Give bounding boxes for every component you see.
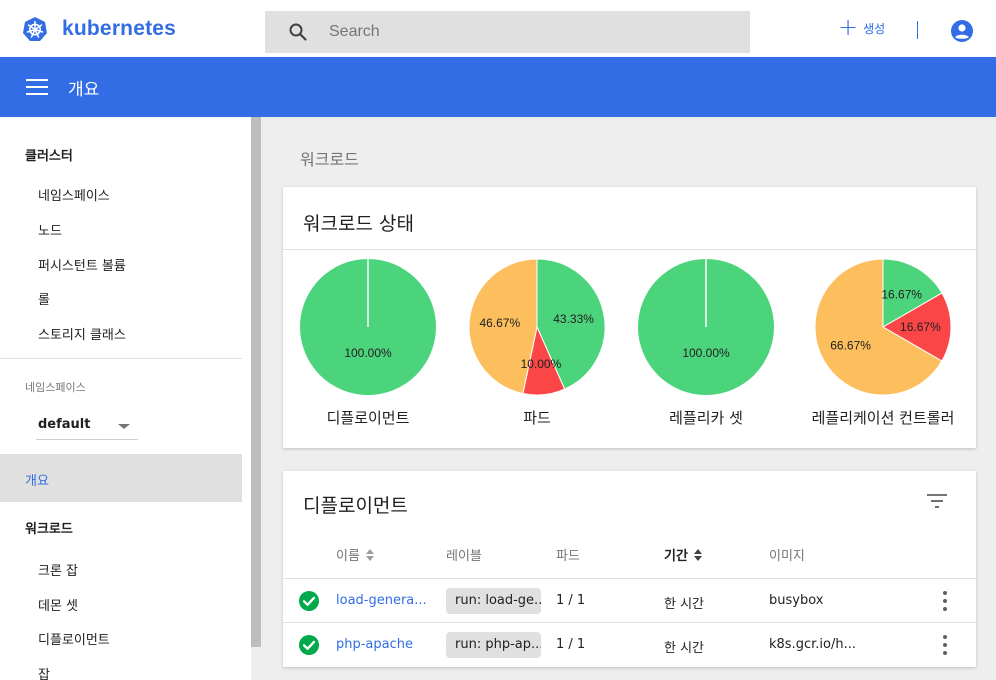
create-button-label: 생성 (863, 22, 886, 36)
age-value: 한 시간 (664, 597, 705, 612)
pie-chart-svg: 100.00% (638, 259, 774, 395)
pie-chart-title: 디플로이먼트 (326, 409, 410, 427)
pie-chart-svg: 100.00% (300, 259, 436, 395)
brand-name: kubernetes (62, 16, 177, 40)
kubernetes-logo-icon (23, 16, 47, 41)
plus-icon: + (838, 13, 859, 41)
sidebar-item-deployments[interactable]: 디플로이먼트 (38, 629, 110, 648)
pods-count: 1 / 1 (556, 637, 586, 652)
search-bar[interactable] (265, 11, 750, 53)
column-header-pods: 파드 (556, 549, 580, 564)
column-header-labels: 레이블 (446, 549, 482, 564)
pie-data-label: 10.00% (521, 357, 562, 371)
pie-chart: 100.00% (636, 257, 776, 397)
column-header-images: 이미지 (769, 549, 805, 564)
check-circle-icon (299, 591, 319, 611)
page-title: 개요 (68, 79, 100, 100)
pie-chart-svg: 16.67% 16.67% 66.67% (814, 258, 952, 396)
more-actions-icon[interactable] (943, 591, 947, 611)
pie-chart: 43.33% 10.00% 46.67% (467, 257, 607, 397)
table-row: load-genera... run: load-ge... 1 / 1 한 시… (283, 578, 976, 622)
deployments-title: 디플로이먼트 (303, 495, 408, 517)
pie-chart-title: 파드 (523, 409, 551, 427)
sort-icon (693, 548, 702, 561)
age-value: 한 시간 (664, 641, 705, 656)
deployment-name-link[interactable]: php-apache (336, 637, 413, 652)
namespace-select[interactable]: default (36, 410, 138, 440)
pie-data-label: 16.67% (900, 320, 941, 334)
pie-chart: 16.67% 16.67% 66.67% (813, 257, 953, 397)
sidebar: 클러스터 네임스페이스 노드 퍼시스턴트 볼륨 롤 스토리지 클래스 네임스페이… (0, 117, 251, 680)
search-icon (289, 23, 307, 41)
sidebar-heading-workloads[interactable]: 워크로드 (25, 518, 73, 537)
pie-chart: 100.00% (298, 257, 438, 397)
pie-data-label: 100.00% (682, 346, 730, 360)
sidebar-heading-cluster[interactable]: 클러스터 (25, 145, 73, 164)
hamburger-menu-icon[interactable] (26, 79, 48, 95)
sort-icon (365, 548, 374, 561)
search-input[interactable] (329, 23, 729, 41)
sidebar-item-nodes[interactable]: 노드 (38, 220, 62, 239)
sidebar-divider (0, 358, 242, 359)
pie-data-label: 16.67% (881, 288, 922, 302)
title-bar: 개요 (0, 57, 996, 117)
sidebar-item-overview-label: 개요 (25, 474, 49, 489)
account-icon[interactable] (950, 19, 974, 43)
namespace-label: 네임스페이스 (25, 381, 86, 394)
table-row: php-apache run: php-ap... 1 / 1 한 시간 k8s… (283, 622, 976, 666)
sidebar-item-storage-classes[interactable]: 스토리지 클래스 (38, 324, 126, 343)
section-heading: 워크로드 (300, 150, 359, 169)
caret-down-icon (118, 424, 130, 429)
pie-chart-title: 레플리케이션 컨트롤러 (811, 409, 955, 427)
pods-count: 1 / 1 (556, 593, 586, 608)
workload-status-card: 워크로드 상태 100.00% 디플로이먼트 43.33% 10.00% 46.67% 파… (283, 187, 976, 448)
card-divider (283, 249, 976, 250)
image-value: busybox (769, 593, 824, 608)
deployments-card: 디플로이먼트 이름 레이블 파드 기간 이미지 load-genera... r… (283, 471, 976, 667)
pie-data-label: 100.00% (344, 346, 392, 360)
check-circle-icon (299, 635, 319, 655)
label-chip: run: php-ap... (446, 632, 541, 658)
pie-data-label: 43.33% (553, 312, 594, 326)
namespace-value: default (38, 417, 91, 432)
top-bar: kubernetes + 생성 (0, 0, 996, 57)
pie-chart-svg: 43.33% 10.00% 46.67% (468, 258, 606, 396)
sidebar-item-cron-jobs[interactable]: 크론 잡 (38, 560, 78, 579)
workload-status-title: 워크로드 상태 (303, 213, 414, 235)
label-chip: run: load-ge... (446, 588, 541, 614)
sidebar-item-namespaces[interactable]: 네임스페이스 (38, 185, 110, 204)
more-actions-icon[interactable] (943, 635, 947, 655)
column-header-age[interactable]: 기간 (664, 545, 702, 564)
pie-data-label: 66.67% (830, 339, 871, 353)
sidebar-scrollbar[interactable] (251, 117, 261, 647)
sidebar-item-jobs[interactable]: 잡 (38, 664, 50, 680)
image-value: k8s.gcr.io/h... (769, 637, 856, 652)
filter-icon[interactable] (926, 493, 948, 509)
deployment-name-link[interactable]: load-genera... (336, 593, 427, 608)
sidebar-item-persistent-volumes[interactable]: 퍼시스턴트 볼륨 (38, 255, 126, 274)
header-divider (917, 21, 918, 39)
sidebar-item-daemon-sets[interactable]: 데몬 셋 (38, 595, 78, 614)
pie-data-label: 46.67% (479, 316, 520, 330)
brand[interactable]: kubernetes (0, 0, 265, 57)
column-header-name[interactable]: 이름 (336, 545, 374, 564)
create-button[interactable]: + 생성 (838, 13, 886, 41)
sidebar-item-overview[interactable]: 개요 (0, 454, 242, 502)
pie-chart-title: 레플리카 셋 (669, 409, 743, 427)
sidebar-item-roles[interactable]: 롤 (38, 289, 50, 308)
